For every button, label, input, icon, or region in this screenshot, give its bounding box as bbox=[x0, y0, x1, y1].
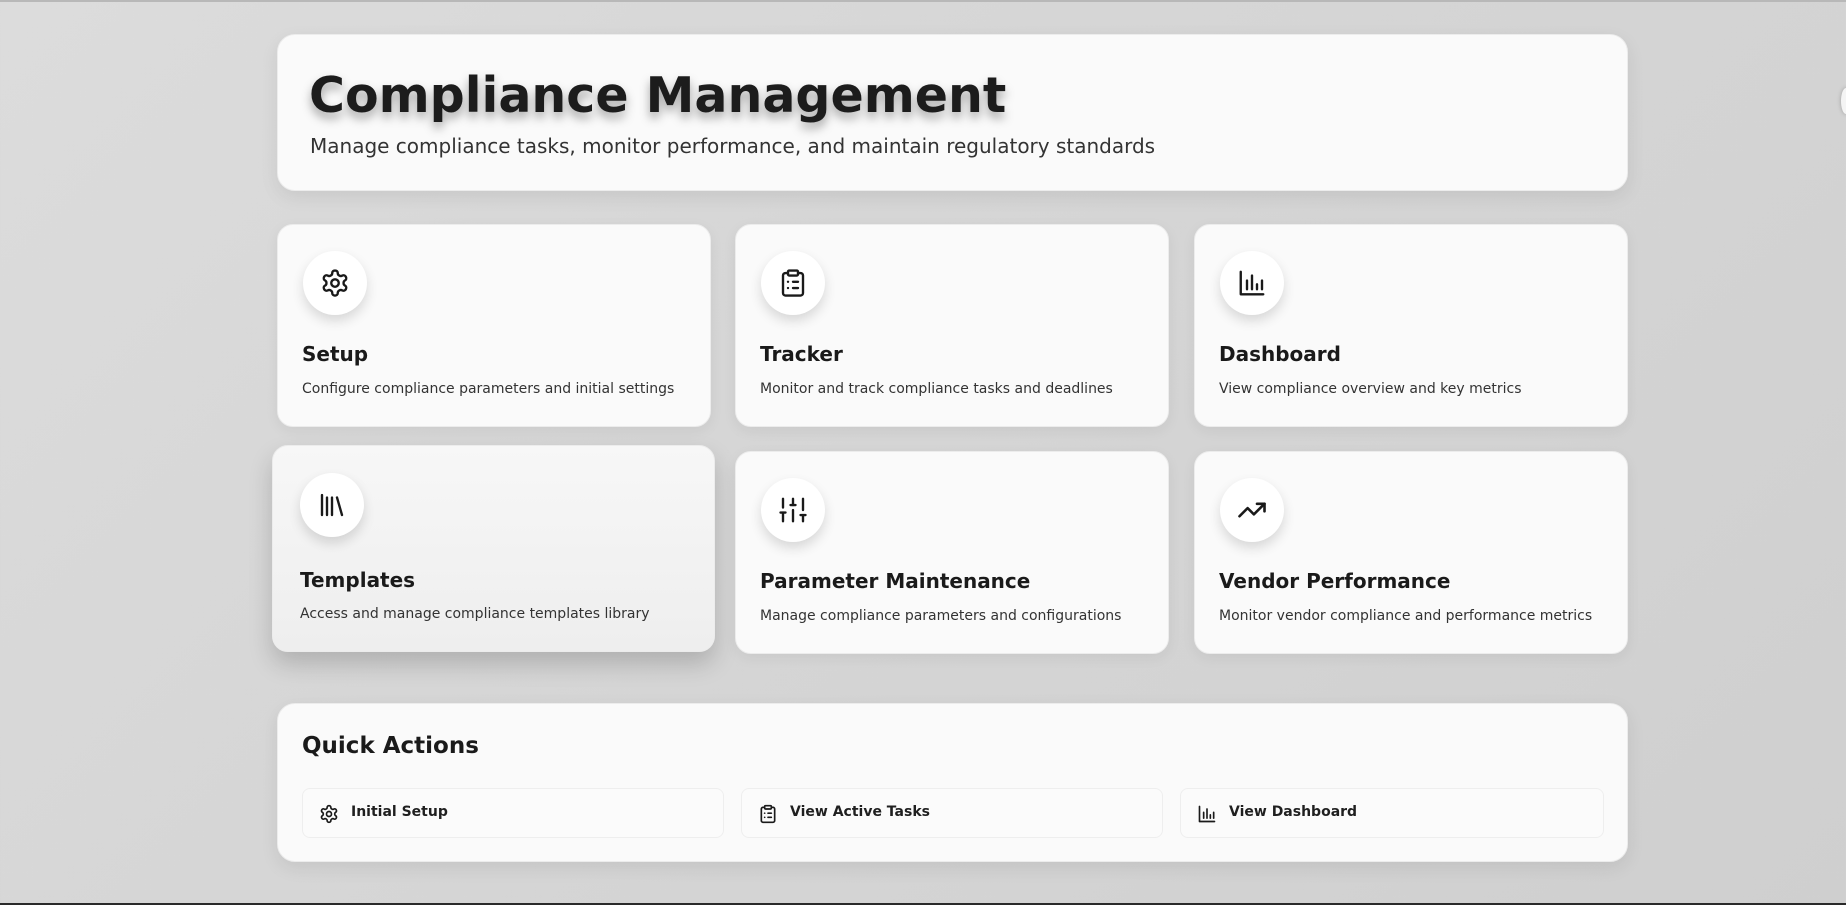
card-description: Configure compliance parameters and init… bbox=[302, 381, 675, 397]
quick-actions-title: Quick Actions bbox=[302, 733, 479, 759]
card-description: Manage compliance parameters and configu… bbox=[760, 608, 1122, 624]
view-active-tasks-button[interactable]: View Active Tasks bbox=[741, 788, 1163, 838]
view-dashboard-label: View Dashboard bbox=[1229, 804, 1358, 820]
page-header: Compliance Management Manage compliance … bbox=[277, 34, 1628, 191]
card-templates[interactable]: Templates Access and manage compliance t… bbox=[272, 445, 715, 652]
initial-setup-button[interactable]: Initial Setup bbox=[302, 788, 724, 838]
quick-actions-panel: Quick Actions Initial Setup View Active … bbox=[277, 703, 1628, 862]
clipboard-list-icon bbox=[758, 804, 778, 824]
trending-up-icon bbox=[1220, 478, 1284, 542]
card-title: Parameter Maintenance bbox=[760, 569, 1031, 593]
bar-chart-icon bbox=[1197, 804, 1217, 824]
library-icon bbox=[300, 473, 364, 537]
page-subtitle: Manage compliance tasks, monitor perform… bbox=[310, 134, 1156, 158]
sliders-icon bbox=[761, 478, 825, 542]
gear-icon bbox=[319, 804, 339, 824]
clipboard-list-icon bbox=[761, 251, 825, 315]
initial-setup-label: Initial Setup bbox=[351, 804, 448, 820]
card-description: Monitor vendor compliance and performanc… bbox=[1219, 608, 1593, 624]
card-tracker[interactable]: Tracker Monitor and track compliance tas… bbox=[735, 224, 1169, 427]
card-description: View compliance overview and key metrics bbox=[1219, 381, 1522, 397]
edge-scroll-handle[interactable] bbox=[1841, 88, 1846, 114]
card-title: Templates bbox=[300, 568, 416, 592]
card-dashboard[interactable]: Dashboard View compliance overview and k… bbox=[1194, 224, 1628, 427]
card-setup[interactable]: Setup Configure compliance parameters an… bbox=[277, 224, 711, 427]
page-title: Compliance Management bbox=[309, 67, 1007, 124]
view-active-tasks-label: View Active Tasks bbox=[790, 804, 930, 820]
gear-icon bbox=[303, 251, 367, 315]
card-vendor-performance[interactable]: Vendor Performance Monitor vendor compli… bbox=[1194, 451, 1628, 654]
card-parameter-maintenance[interactable]: Parameter Maintenance Manage compliance … bbox=[735, 451, 1169, 654]
card-description: Monitor and track compliance tasks and d… bbox=[760, 381, 1113, 397]
card-title: Tracker bbox=[760, 342, 843, 366]
window-top-border bbox=[0, 0, 1846, 2]
card-title: Setup bbox=[302, 342, 369, 366]
bar-chart-icon bbox=[1220, 251, 1284, 315]
card-title: Dashboard bbox=[1219, 342, 1341, 366]
view-dashboard-button[interactable]: View Dashboard bbox=[1180, 788, 1604, 838]
card-description: Access and manage compliance templates l… bbox=[300, 606, 650, 622]
card-title: Vendor Performance bbox=[1219, 569, 1451, 593]
